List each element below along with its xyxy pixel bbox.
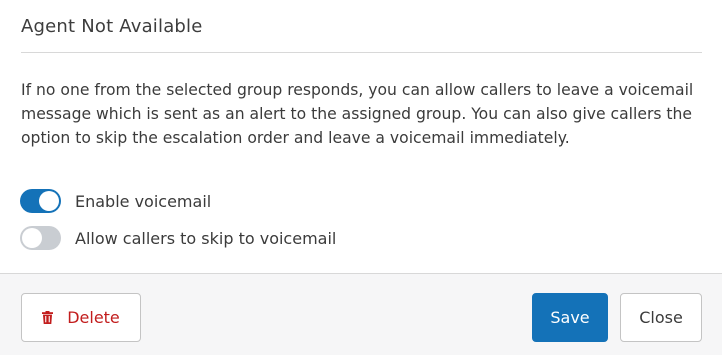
toggle-knob	[39, 191, 59, 211]
title-divider	[21, 52, 702, 53]
skip-to-voicemail-row: Allow callers to skip to voicemail	[20, 225, 336, 251]
dialog-title: Agent Not Available	[21, 16, 203, 37]
dialog-footer: Delete Save Close	[0, 273, 722, 355]
close-button[interactable]: Close	[620, 293, 702, 342]
enable-voicemail-toggle[interactable]	[20, 189, 61, 213]
toggle-knob	[22, 228, 42, 248]
delete-button[interactable]: Delete	[21, 293, 141, 342]
skip-to-voicemail-label: Allow callers to skip to voicemail	[75, 228, 337, 248]
trash-icon	[42, 311, 54, 324]
enable-voicemail-label: Enable voicemail	[75, 191, 212, 211]
delete-label: Delete	[67, 308, 120, 327]
dialog-description: If no one from the selected group respon…	[21, 81, 694, 147]
skip-to-voicemail-toggle[interactable]	[20, 226, 61, 250]
agent-not-available-dialog: Agent Not Available If no one from the s…	[0, 0, 722, 355]
enable-voicemail-row: Enable voicemail	[20, 188, 211, 214]
save-button[interactable]: Save	[532, 293, 608, 342]
